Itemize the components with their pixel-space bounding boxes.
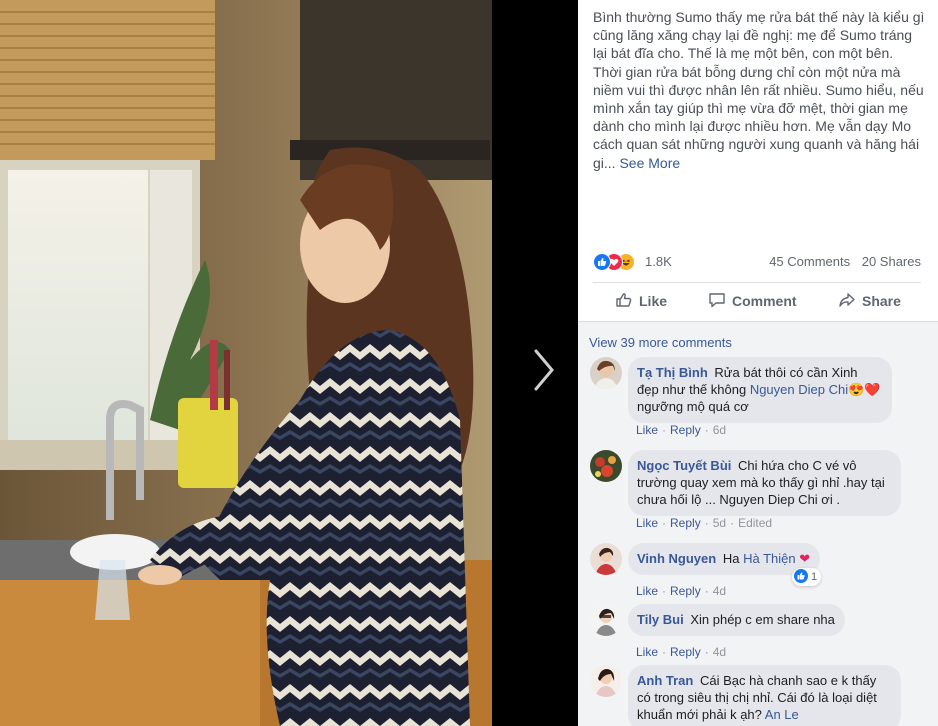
comment-emoji: ❤ <box>799 551 811 566</box>
comment-meta: Like · Reply · 4d <box>636 645 727 659</box>
comment-button[interactable]: Comment <box>708 286 797 316</box>
avatar[interactable] <box>590 543 622 575</box>
avatar[interactable] <box>590 665 622 697</box>
comment-meta: Like · Reply · 6d <box>636 423 727 437</box>
comment-author[interactable]: Vinh Nguyen <box>637 551 716 566</box>
comment-reply-link[interactable]: Reply <box>670 423 701 437</box>
post-stats: 1.8K 45 Comments 20 Shares <box>593 251 921 273</box>
comments-section: View 39 more comments Tạ Thị Bình Rửa bá… <box>578 321 938 726</box>
avatar[interactable] <box>590 604 622 636</box>
comment-text: Ha <box>722 551 740 566</box>
comment-text-2: ngưỡng mộ quá cơ <box>637 399 749 414</box>
share-button[interactable]: Share <box>838 286 901 316</box>
reaction-count[interactable]: 1.8K <box>645 254 672 269</box>
comment-count[interactable]: 45 Comments <box>769 254 850 269</box>
reaction-icons[interactable] <box>593 253 653 271</box>
comment-like-link[interactable]: Like <box>636 645 658 659</box>
caption-text: Bình thường Sumo thấy mẹ rửa bát thế này… <box>593 9 925 171</box>
divider <box>593 282 921 283</box>
comment-meta: Like · Reply · 5d · Edited <box>636 516 773 530</box>
comment-time[interactable]: 5d <box>713 516 726 530</box>
comment-like-link[interactable]: Like <box>636 423 658 437</box>
share-count[interactable]: 20 Shares <box>862 254 921 269</box>
comment-reply-link[interactable]: Reply <box>670 584 701 598</box>
comment-like-link[interactable]: Like <box>636 584 658 598</box>
post-caption: Bình thường Sumo thấy mẹ rửa bát thế này… <box>593 8 925 172</box>
comment-author[interactable]: Tily Bui <box>637 612 684 627</box>
comment-author[interactable]: Tạ Thị Bình <box>637 365 708 380</box>
thumbs-up-icon <box>615 291 639 312</box>
view-more-comments-link[interactable]: View 39 more comments <box>589 335 732 350</box>
comment-author[interactable]: Anh Tran <box>637 673 693 688</box>
share-icon <box>838 291 862 312</box>
comment-bubble: Tily Bui Xin phép c em share nha <box>628 604 845 636</box>
comment-label: Comment <box>732 293 797 309</box>
comment-reaction-badge[interactable]: 1 <box>792 568 822 586</box>
comment-mention[interactable]: Hà Thiện <box>743 551 796 566</box>
like-button[interactable]: Like <box>615 286 667 316</box>
comment-bubble: Anh Tran Cái Bạc hà chanh sao e k thấy c… <box>628 665 901 726</box>
comment-meta: Like · Reply · 4d <box>636 584 727 598</box>
comment-author[interactable]: Ngọc Tuyết Bùi <box>637 458 731 473</box>
comment-reaction-count: 1 <box>811 571 818 583</box>
like-icon <box>794 568 808 586</box>
comment-bubble: Vinh Nguyen Ha Hà Thiện ❤ <box>628 543 821 575</box>
see-more-link[interactable]: See More <box>619 155 680 171</box>
like-icon <box>593 253 611 271</box>
comment-reply-link[interactable]: Reply <box>670 645 701 659</box>
photo-viewer <box>0 0 578 726</box>
comment-mention[interactable]: Nguyen Diep Chi <box>750 382 848 397</box>
post-photo[interactable] <box>0 0 492 726</box>
avatar[interactable] <box>590 357 622 389</box>
avatar[interactable] <box>590 450 622 482</box>
next-photo-arrow-icon[interactable] <box>526 345 560 395</box>
comment-time[interactable]: 4d <box>713 584 726 598</box>
comment-time[interactable]: 4d <box>713 645 726 659</box>
post-side-panel: Bình thường Sumo thấy mẹ rửa bát thế này… <box>578 0 938 726</box>
comment-time[interactable]: 6d <box>713 423 726 437</box>
comment-text: Xin phép c em share nha <box>690 612 835 627</box>
comment-mention[interactable]: An Le <box>765 707 799 722</box>
share-label: Share <box>862 293 901 309</box>
comment-edited[interactable]: Edited <box>738 516 772 530</box>
comment-bubble: Tạ Thị Bình Rửa bát thôi có cần Xinh đẹp… <box>628 357 892 423</box>
post-actions: Like Comment Share <box>593 286 921 316</box>
like-label: Like <box>639 293 668 309</box>
comment-bubble: Ngọc Tuyết Bùi Chi hứa cho C vé vô trườn… <box>628 450 901 516</box>
comment-emoji: 😍❤️ <box>848 382 881 397</box>
comment-icon <box>708 291 732 312</box>
comment-like-link[interactable]: Like <box>636 516 658 530</box>
comment-reply-link[interactable]: Reply <box>670 516 701 530</box>
stats-right: 45 Comments 20 Shares <box>761 254 921 269</box>
